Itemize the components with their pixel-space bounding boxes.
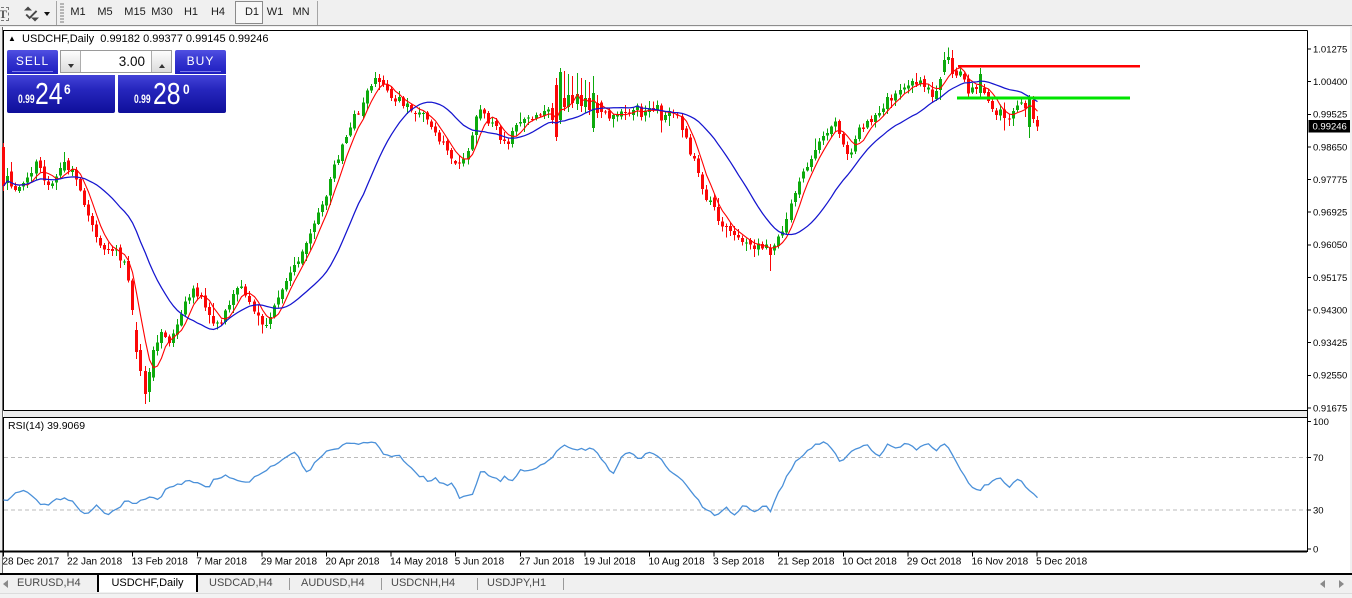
svg-text:1.01275: 1.01275 (1313, 44, 1347, 55)
svg-text:0.91675: 0.91675 (1313, 403, 1347, 414)
svg-text:5 Dec 2018: 5 Dec 2018 (1036, 557, 1088, 568)
svg-text:19 Jul 2018: 19 Jul 2018 (584, 557, 636, 568)
svg-text:0.92550: 0.92550 (1313, 371, 1347, 382)
svg-text:0.95175: 0.95175 (1313, 273, 1347, 284)
svg-text:10 Oct 2018: 10 Oct 2018 (842, 557, 897, 568)
svg-text:0.96050: 0.96050 (1313, 240, 1347, 251)
svg-text:70: 70 (1313, 453, 1324, 464)
svg-text:20 Apr 2018: 20 Apr 2018 (326, 557, 380, 568)
svg-text:3 Sep 2018: 3 Sep 2018 (713, 557, 765, 568)
svg-text:28 Dec 2017: 28 Dec 2017 (3, 557, 60, 568)
svg-text:21 Sep 2018: 21 Sep 2018 (778, 557, 835, 568)
svg-text:0: 0 (1313, 544, 1318, 555)
svg-text:30: 30 (1313, 506, 1324, 517)
svg-text:22 Jan 2018: 22 Jan 2018 (67, 557, 122, 568)
svg-text:0.98650: 0.98650 (1313, 142, 1347, 153)
svg-text:100: 100 (1313, 417, 1329, 428)
svg-text:0.99525: 0.99525 (1313, 110, 1347, 121)
svg-text:5 Jun 2018: 5 Jun 2018 (455, 557, 505, 568)
svg-text:29 Oct 2018: 29 Oct 2018 (907, 557, 962, 568)
svg-text:10 Aug 2018: 10 Aug 2018 (649, 557, 706, 568)
svg-text:0.93425: 0.93425 (1313, 338, 1347, 349)
svg-text:16 Nov 2018: 16 Nov 2018 (972, 557, 1029, 568)
svg-text:0.96925: 0.96925 (1313, 208, 1347, 219)
svg-text:14 May 2018: 14 May 2018 (390, 557, 448, 568)
svg-text:29 Mar 2018: 29 Mar 2018 (261, 557, 318, 568)
svg-text:0.97775: 0.97775 (1313, 175, 1347, 186)
svg-text:0.99246: 0.99246 (1313, 122, 1347, 133)
svg-text:1.00400: 1.00400 (1313, 77, 1347, 88)
svg-text:RSI(14) 39.9069: RSI(14) 39.9069 (8, 420, 85, 432)
svg-text:0.94300: 0.94300 (1313, 306, 1347, 317)
svg-text:27 Jun 2018: 27 Jun 2018 (519, 557, 574, 568)
svg-text:13 Feb 2018: 13 Feb 2018 (132, 557, 189, 568)
svg-text:7 Mar 2018: 7 Mar 2018 (196, 557, 247, 568)
